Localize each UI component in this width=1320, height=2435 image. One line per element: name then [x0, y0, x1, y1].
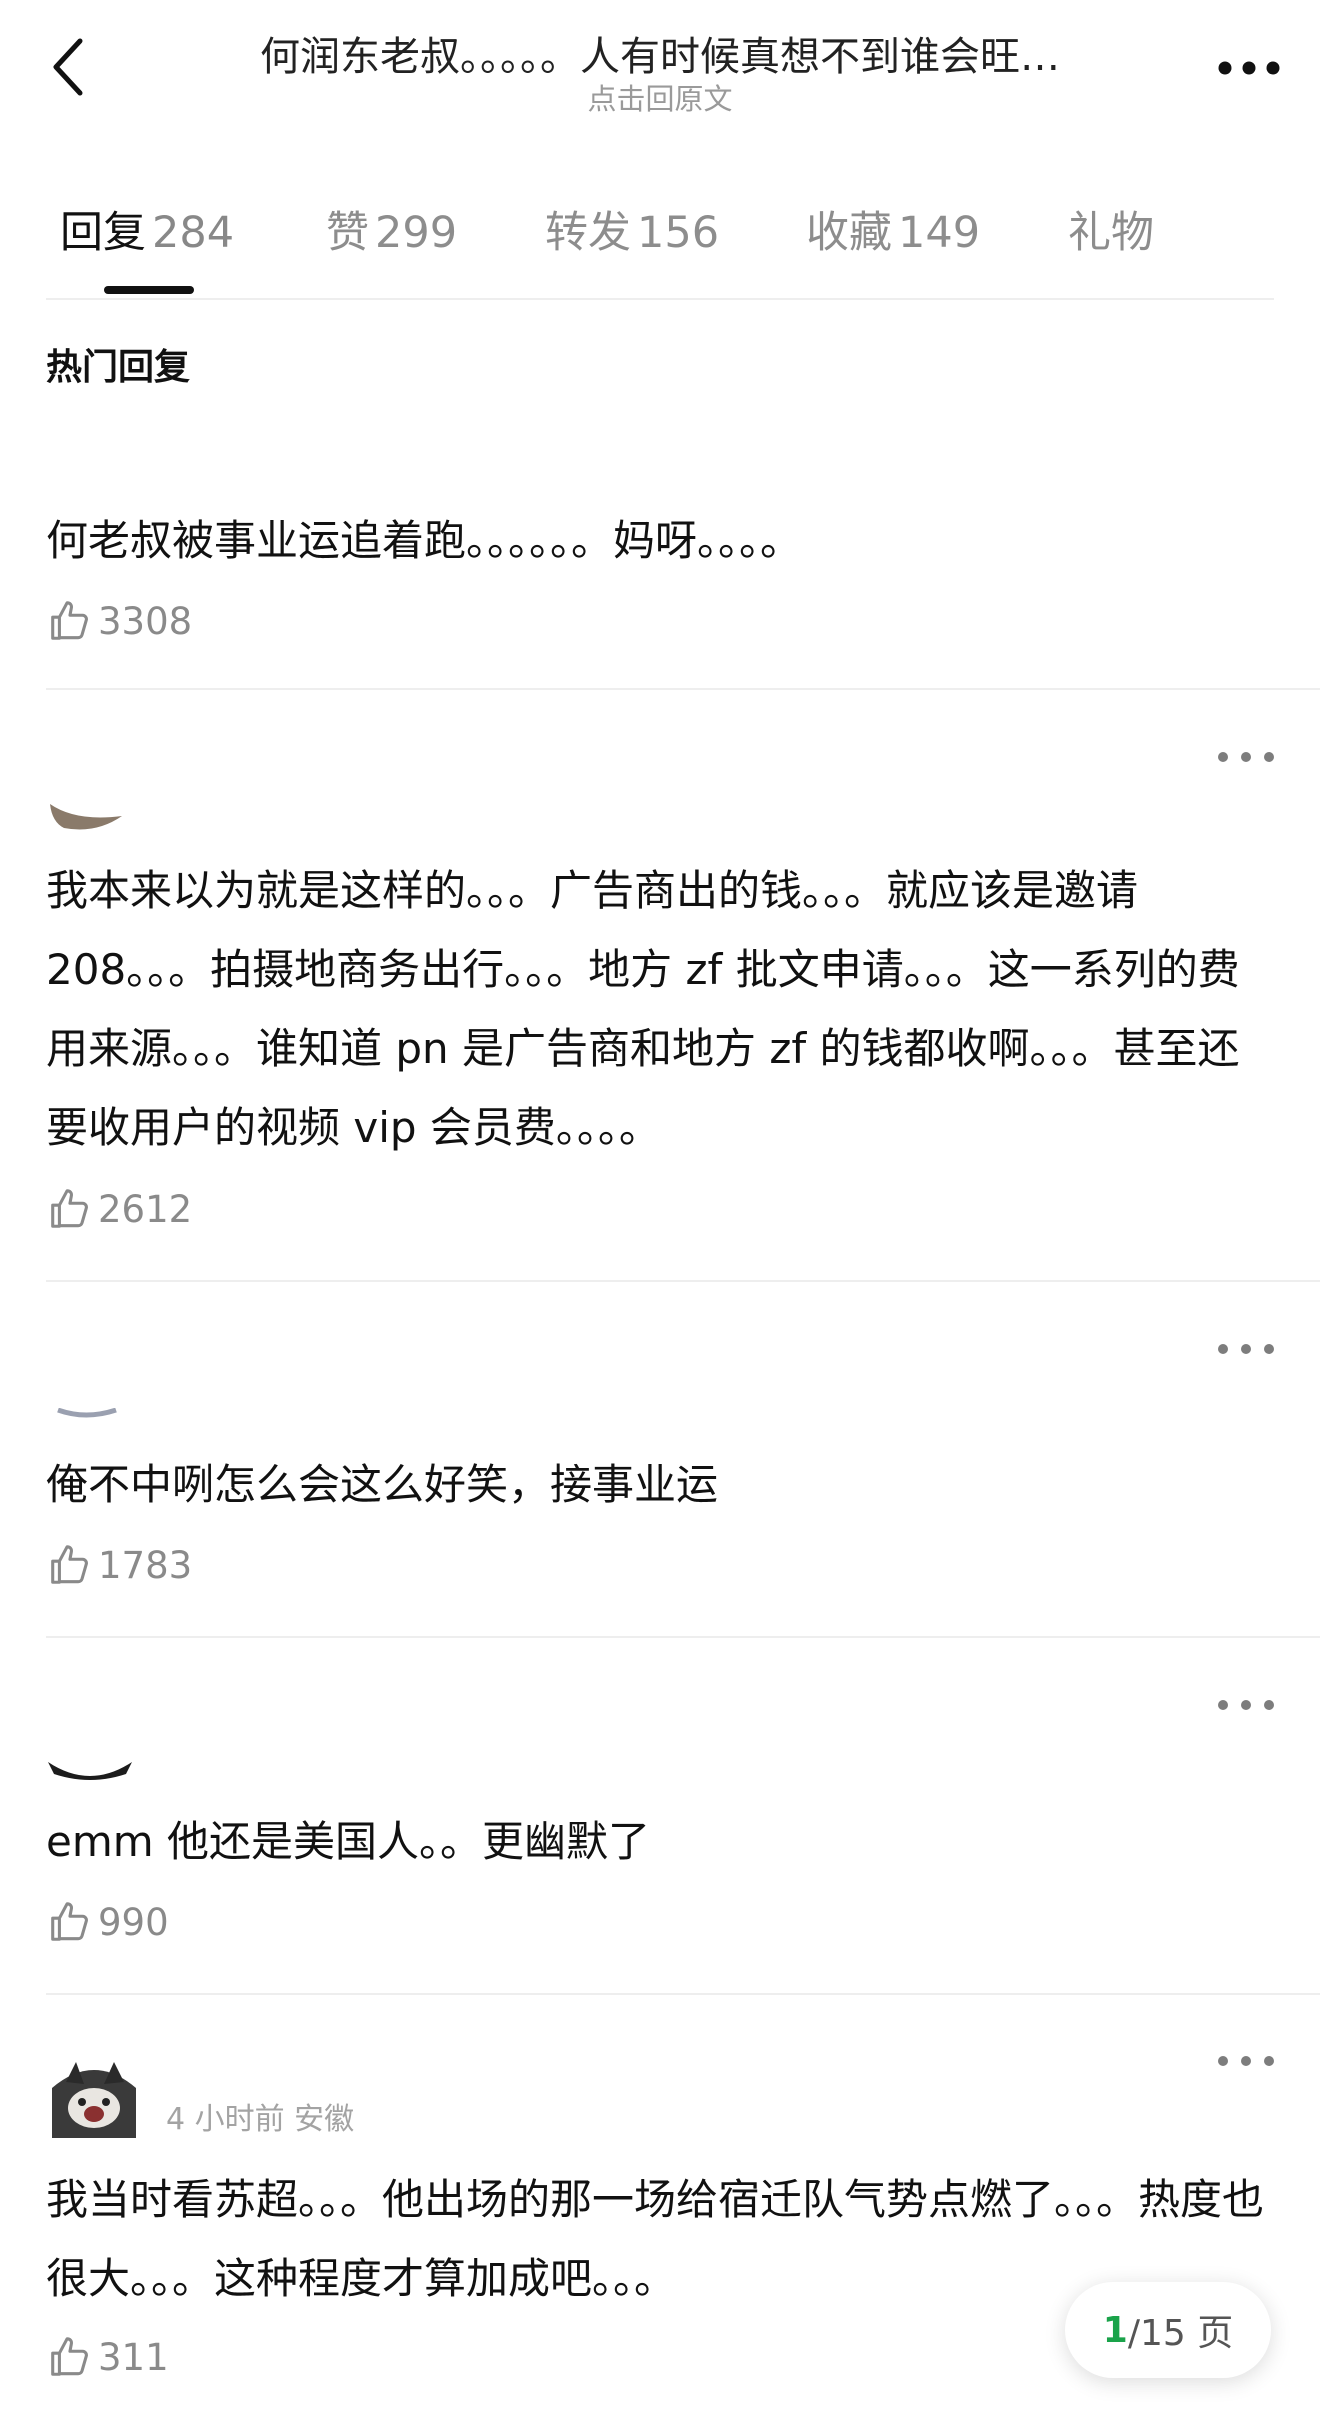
like-button[interactable]: 2612: [46, 1184, 192, 1234]
comment-text: 我本来以为就是这样的。。。广告商出的钱。。。就应该是邀请208。。。拍摄地商务出…: [46, 866, 1240, 1152]
like-button[interactable]: 990: [46, 1897, 169, 1947]
like-count: 1783: [98, 1543, 193, 1587]
back-to-post-link[interactable]: 点击回原文: [0, 76, 1320, 118]
tab-gifts[interactable]: 礼物: [1068, 198, 1154, 260]
thumbs-up-icon: [51, 1545, 88, 1584]
active-tab-indicator: [104, 286, 194, 294]
thumbs-up-icon: [51, 1189, 88, 1228]
thumbs-up-icon: [51, 2337, 88, 2376]
like-button[interactable]: 3308: [46, 596, 192, 646]
comment-more-button[interactable]: [1218, 2046, 1274, 2076]
avatar[interactable]: [46, 2058, 142, 2138]
like-count: 311: [98, 2335, 169, 2379]
comment-meta: 4 小时前 安徽: [166, 2102, 355, 2137]
avatar[interactable]: [46, 800, 126, 836]
comment-more-button[interactable]: [1218, 1690, 1274, 1720]
like-count: 2612: [98, 1187, 193, 1231]
tab-replies[interactable]: 回复 284: [60, 198, 234, 260]
tab-bar: 回复 284 赞 299 转发 156 收藏 149 礼物: [46, 188, 1274, 300]
thumbs-up-icon: [51, 601, 88, 640]
divider: [46, 1636, 1320, 1638]
tab-reposts[interactable]: 转发 156: [545, 198, 719, 260]
avatar[interactable]: [46, 1760, 136, 1782]
like-button[interactable]: 1783: [46, 1540, 192, 1590]
avatar[interactable]: [46, 1408, 126, 1422]
comment-text: 俺不中咧怎么会这么好笑，接事业运: [46, 1460, 719, 1509]
thumbs-up-icon: [51, 1902, 88, 1941]
divider: [46, 688, 1320, 690]
divider: [46, 1993, 1320, 1995]
tab-favorites[interactable]: 收藏 149: [806, 198, 980, 260]
comment-text: 何老叔被事业运追着跑。。。。。。妈呀。。。。: [46, 516, 803, 565]
current-page: 1: [1102, 2309, 1128, 2351]
more-icon: [1218, 61, 1280, 75]
comment-more-button[interactable]: [1218, 1334, 1274, 1364]
comment-text: emm 他还是美国人。。更幽默了: [46, 1817, 651, 1866]
divider: [46, 1280, 1320, 1282]
page-indicator[interactable]: 1/15 页: [1065, 2282, 1271, 2378]
total-pages: /15 页: [1127, 2313, 1234, 2354]
post-title[interactable]: 何润东老叔。。。。。人有时候真想不到谁会旺…: [150, 24, 1170, 82]
section-title-hot-replies: 热门回复: [46, 347, 191, 388]
like-count: 990: [98, 1900, 169, 1944]
more-button[interactable]: [1214, 48, 1284, 88]
tab-likes[interactable]: 赞 299: [326, 198, 457, 260]
like-button[interactable]: 311: [46, 2332, 169, 2382]
top-bar: 何润东老叔。。。。。人有时候真想不到谁会旺… 点击回原文: [0, 0, 1320, 130]
like-count: 3308: [98, 599, 193, 643]
comment-more-button[interactable]: [1218, 742, 1274, 772]
